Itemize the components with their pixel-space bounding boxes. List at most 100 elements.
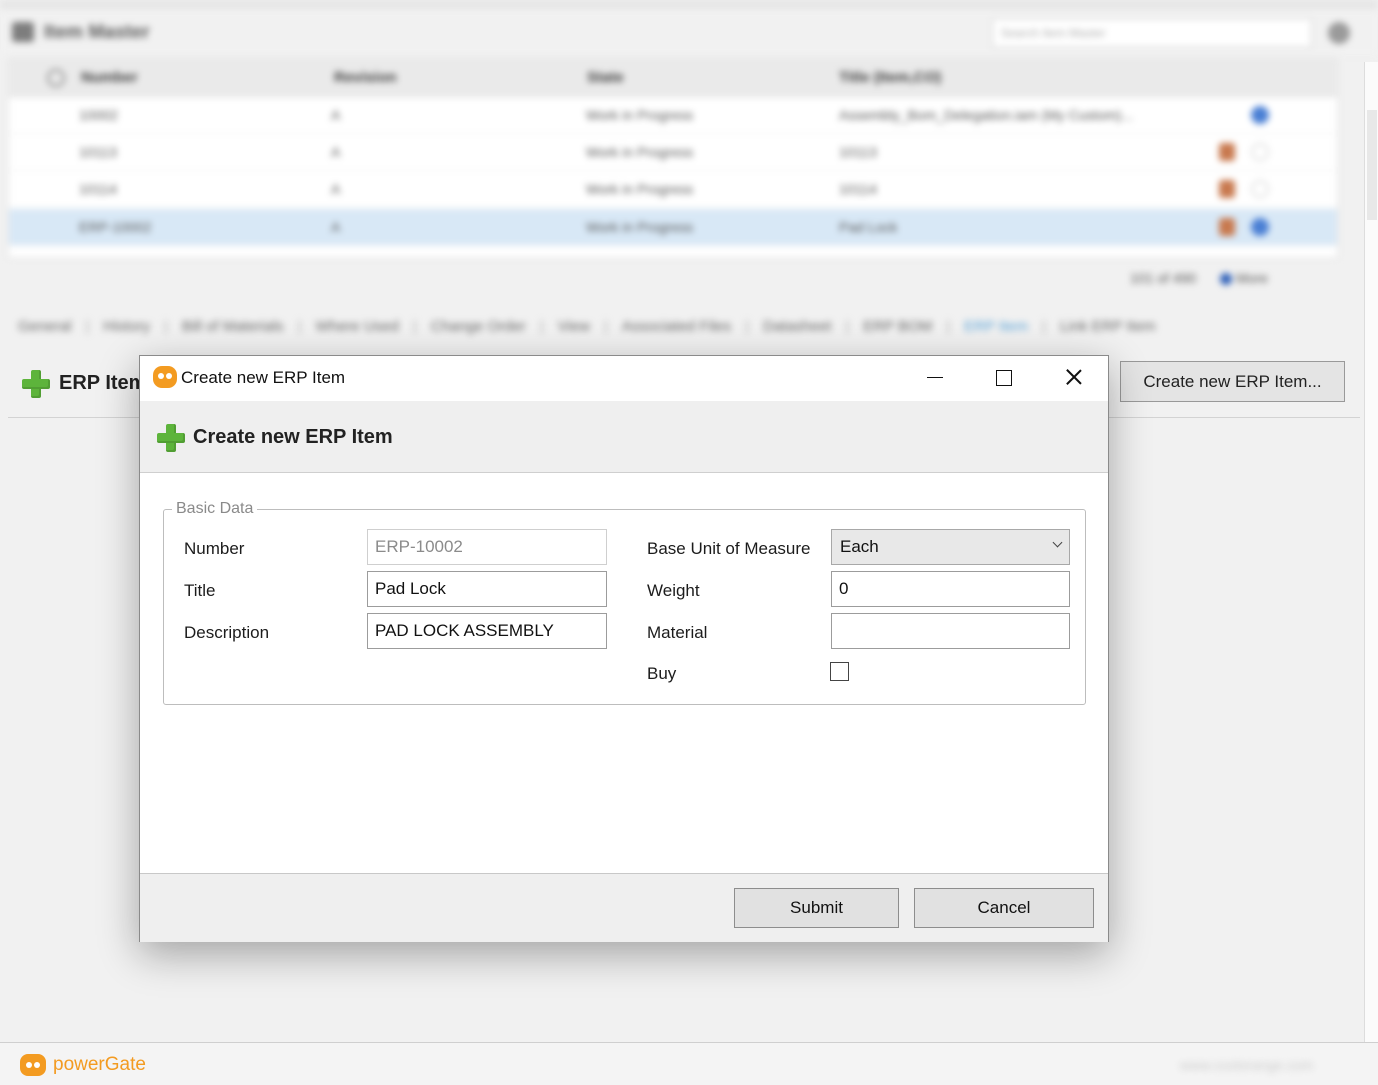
weight-field[interactable]: 0 [831,571,1070,607]
column-header-state[interactable]: State [587,69,624,86]
tab-general[interactable]: General [18,318,71,335]
cell-state: Work in Progress [586,181,694,197]
status-icon [1251,180,1269,198]
group-title: Basic Data [172,500,258,518]
tab-datasheet[interactable]: Datasheet [763,318,831,335]
plus-icon [22,370,50,398]
brand-name: powerGate [53,1054,146,1075]
tab-separator: | [603,318,608,335]
maximize-icon[interactable] [969,356,1037,400]
cell-number: 10114 [79,181,117,197]
description-label: Description [184,623,270,642]
tab-associated-files[interactable]: Associated Files [622,318,731,335]
column-header-number[interactable]: Number [81,69,138,86]
number-label: Number [184,539,245,558]
cell-revision: A [331,219,341,235]
tab-separator: | [85,318,90,335]
table-row-selected[interactable]: ERP-10002 A Work in Progress Pad Lock [9,209,1337,246]
chevron-down-icon [1052,537,1063,548]
tab-history[interactable]: History [103,318,150,335]
tab-separator: | [297,318,302,335]
column-header-title[interactable]: Title (Item,CO) [839,69,941,86]
tab-erp-bom[interactable]: ERP BOM [863,318,932,335]
tab-separator: | [946,318,951,335]
result-count: 101 of 490 [1130,270,1197,286]
dialog-heading: Create new ERP Item [193,426,393,448]
cell-state: Work in Progress [586,107,694,123]
cell-number: 10113 [79,144,117,160]
dialog-footer: Submit Cancel [140,873,1108,942]
search-input[interactable]: Search Item Master [992,18,1312,48]
top-strip [0,0,1378,8]
title-label: Title [184,581,216,600]
tab-separator: | [745,318,749,335]
status-footer: powerGate www.coolorange.com [0,1042,1378,1085]
tab-separator: | [539,318,544,335]
cell-state: Work in Progress [586,219,694,235]
base-unit-label: Base Unit of Measure [647,539,811,558]
tab-separator: | [1042,318,1046,335]
cell-revision: A [331,144,341,160]
panel-title: ERP Item [59,372,147,394]
minimize-icon[interactable] [900,356,968,400]
cell-title: Pad Lock [839,219,898,235]
more-icon[interactable] [1220,273,1233,286]
status-icon [1251,106,1269,124]
lock-icon [1219,143,1235,161]
table-row[interactable]: 10114 A Work in Progress 10114 [9,171,1337,208]
item-master-icon [12,22,34,42]
create-new-erp-item-button[interactable]: Create new ERP Item... [1120,361,1345,402]
cell-revision: A [331,181,341,197]
table-row[interactable]: 10113 A Work in Progress 10113 [9,134,1337,171]
tab-separator: | [845,318,850,335]
cell-number: 10002 [79,107,118,123]
column-header-revision[interactable]: Revision [334,69,397,86]
base-unit-select[interactable]: Each [831,529,1070,565]
tab-link-erp-item[interactable]: Link ERP Item [1060,318,1156,335]
detail-tabs: General | History | Bill of Materials | Where … [18,318,1170,335]
tab-view[interactable]: View [558,318,590,335]
weight-label: Weight [647,581,700,600]
cell-title: 10113 [839,144,877,160]
settings-icon[interactable] [1328,22,1350,44]
grid-header: Number Revision State Title (Item,CO) [9,59,1337,97]
cell-number: ERP-10002 [79,219,152,235]
brand-website: www.coolorange.com [1180,1057,1314,1073]
buy-label: Buy [647,664,677,683]
dialog-header: Create new ERP Item [140,401,1108,473]
lock-icon [1219,218,1235,236]
lock-icon [1219,180,1235,198]
powergate-logo-icon [20,1054,46,1076]
dialog-titlebar[interactable]: Create new ERP Item [140,356,1108,401]
scrollbar-thumb[interactable] [1367,110,1377,220]
table-row[interactable]: 10002 A Work in Progress Assembly_Bom_De… [9,97,1337,134]
powergate-logo-icon [153,366,177,388]
tab-where-used[interactable]: Where Used [315,318,398,335]
window-title: Create new ERP Item [181,368,346,387]
select-all-radio[interactable] [47,69,65,87]
close-icon[interactable] [1040,356,1108,400]
number-field: ERP-10002 [367,529,607,565]
cell-title: 10114 [839,181,877,197]
cell-revision: A [331,107,341,123]
tab-change-order[interactable]: Change Order [431,318,526,335]
material-field[interactable] [831,613,1070,649]
more-link[interactable]: More [1236,270,1268,286]
title-field[interactable]: Pad Lock [367,571,607,607]
tab-erp-item[interactable]: ERP Item [964,318,1028,335]
tab-bill-of-materials[interactable]: Bill of Materials [182,318,284,335]
submit-button[interactable]: Submit [734,888,899,928]
status-icon [1251,143,1269,161]
base-unit-value: Each [840,537,879,556]
tab-separator: | [412,318,417,335]
cancel-button[interactable]: Cancel [914,888,1094,928]
description-field[interactable]: PAD LOCK ASSEMBLY [367,613,607,649]
tab-separator: | [163,318,168,335]
right-scrollbar[interactable] [1364,62,1378,1047]
material-label: Material [647,623,708,642]
cell-state: Work in Progress [586,144,694,160]
app-header: Item Master Search Item Master [0,10,1378,55]
paging-info: 101 of 490 More [1130,270,1268,286]
status-icon [1251,218,1269,236]
buy-checkbox[interactable] [830,662,849,681]
